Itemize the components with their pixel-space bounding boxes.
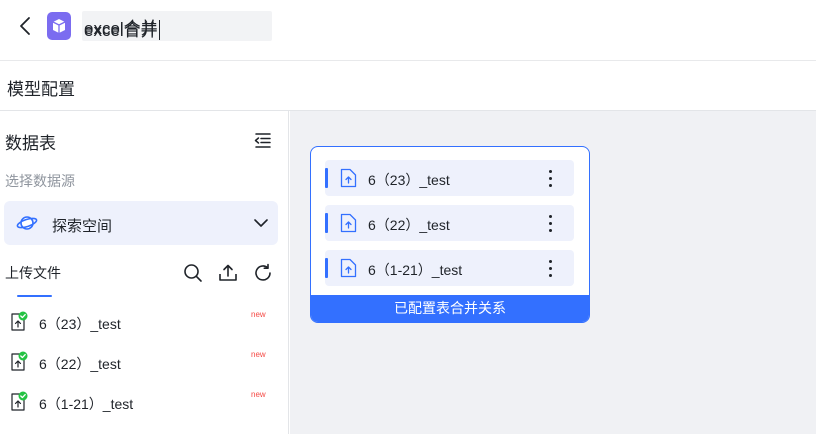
file-upload-icon [340, 213, 357, 233]
chevron-down-icon [254, 219, 268, 227]
file-upload-icon [340, 168, 357, 188]
upload-icon [219, 264, 237, 281]
file-name: 6（22）_test [39, 356, 121, 372]
app-logo [47, 12, 71, 40]
table-name: 6（23）_test [368, 172, 450, 188]
tab-upload-files[interactable]: 上传文件 [5, 263, 61, 283]
model-canvas[interactable]: 6（23）_test 6（22）_test 6（1-21）_test 已配置表合… [290, 111, 816, 434]
space-dropdown[interactable]: 探索空间 [4, 201, 278, 245]
more-options-button[interactable] [545, 211, 555, 235]
upload-button[interactable] [218, 263, 238, 283]
new-badge: new [251, 390, 266, 399]
uploaded-file-icon [11, 391, 28, 411]
merge-status-footer[interactable]: 已配置表合并关系 [311, 295, 589, 322]
sidebar-title: 数据表 [5, 134, 56, 153]
collapse-menu-icon [254, 133, 271, 148]
file-name: 6（23）_test [39, 316, 121, 332]
more-options-button[interactable] [545, 166, 555, 190]
uploaded-file-icon [11, 351, 28, 371]
cube-icon [52, 19, 66, 33]
datasource-hint: 选择数据源 [5, 173, 75, 189]
file-list-item[interactable]: 6（22）_test new [0, 345, 288, 379]
collapse-sidebar-button[interactable] [253, 131, 273, 149]
sidebar: 数据表 选择数据源 探索空间 上传文件 6（23）_test new 6（22）… [0, 111, 289, 434]
new-badge: new [251, 310, 266, 319]
row-accent-bar [325, 213, 328, 233]
merge-table-card[interactable]: 6（23）_test 6（22）_test 6（1-21）_test 已配置表合… [310, 146, 590, 323]
file-list-item[interactable]: 6（23）_test new [0, 305, 288, 339]
planet-icon [16, 216, 38, 230]
search-button[interactable] [183, 263, 203, 283]
refresh-icon [255, 263, 271, 281]
file-name: 6（1-21）_test [39, 396, 134, 412]
row-accent-bar [325, 168, 328, 188]
back-button[interactable] [14, 14, 36, 38]
chevron-left-icon [20, 17, 30, 35]
tab-active-indicator [17, 295, 52, 297]
table-name: 6（22）_test [368, 217, 450, 233]
uploaded-file-icon [11, 311, 28, 331]
more-options-button[interactable] [545, 256, 555, 280]
file-list-item[interactable]: 6（1-21）_test new [0, 385, 288, 419]
card-table-row[interactable]: 6（23）_test [325, 160, 574, 196]
row-accent-bar [325, 258, 328, 278]
sub-header: 模型配置 [0, 61, 816, 111]
refresh-button[interactable] [253, 263, 273, 283]
file-upload-icon [340, 258, 357, 278]
table-name: 6（1-21）_test [368, 262, 463, 278]
title-input[interactable] [82, 11, 272, 41]
search-icon [184, 264, 202, 282]
page-title: 模型配置 [7, 80, 75, 99]
space-dropdown-label: 探索空间 [52, 218, 113, 235]
new-badge: new [251, 350, 266, 359]
top-header: excel合并 [0, 0, 816, 61]
card-table-row[interactable]: 6（1-21）_test [325, 250, 574, 286]
card-table-row[interactable]: 6（22）_test [325, 205, 574, 241]
